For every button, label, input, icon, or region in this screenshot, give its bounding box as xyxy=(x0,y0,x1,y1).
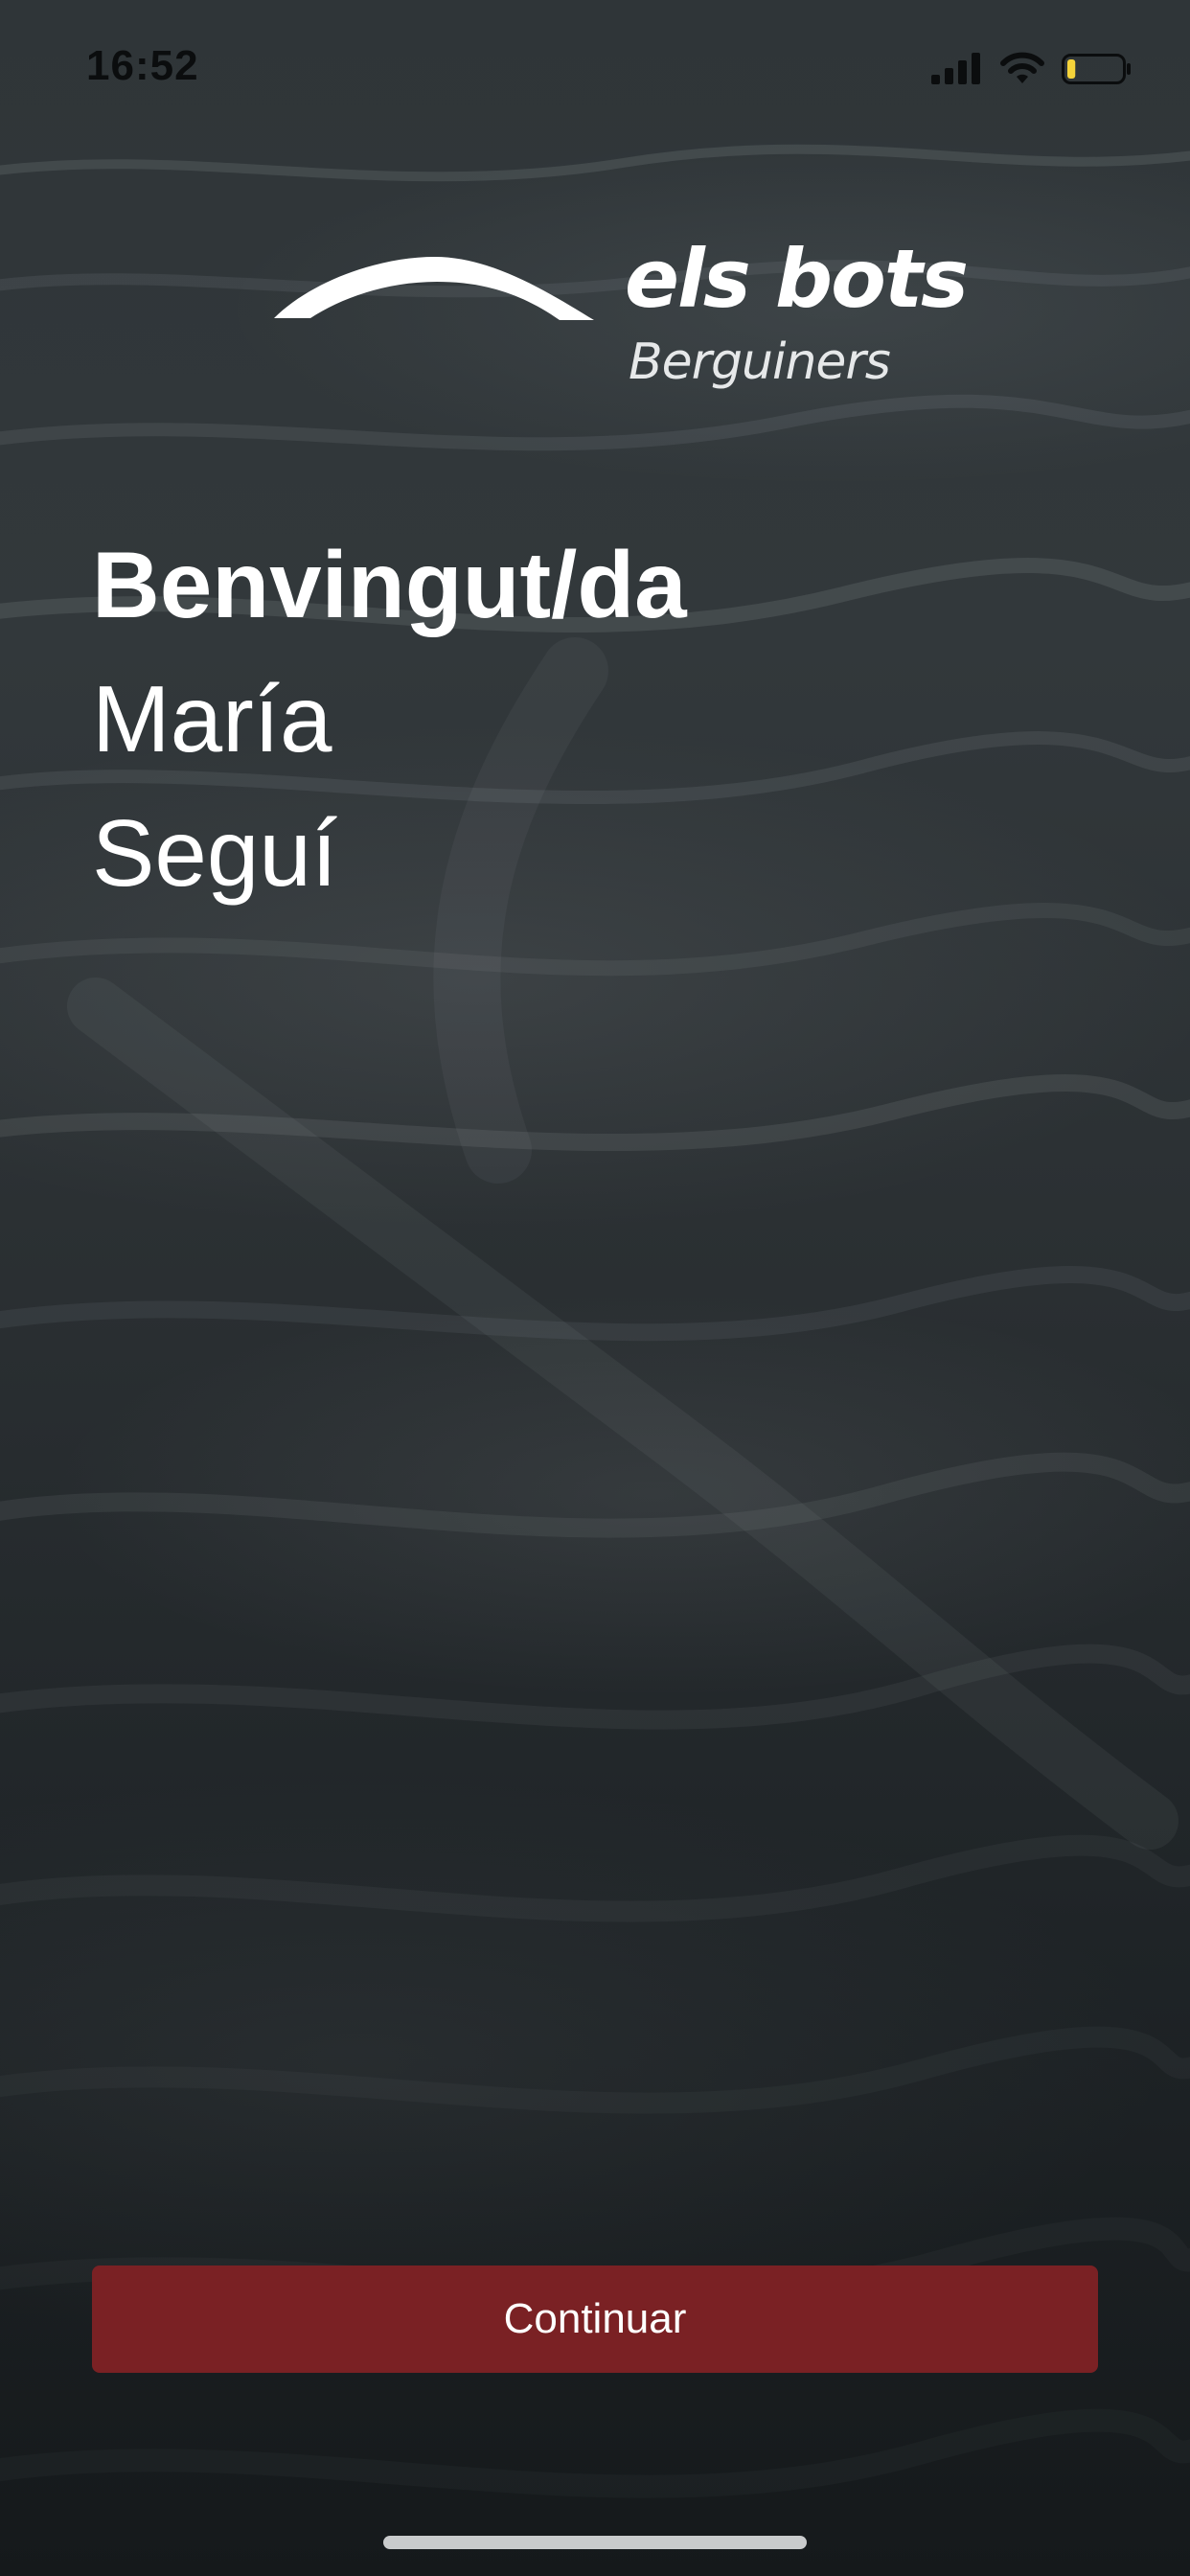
logo-mark-icon xyxy=(274,257,594,320)
status-icons xyxy=(929,50,1133,88)
els-bots-logo: els bots Berguiners xyxy=(272,226,969,399)
welcome-block: Benvingut/da María Seguí xyxy=(92,518,1050,920)
user-last-name: Seguí xyxy=(92,800,338,906)
wifi-icon xyxy=(1000,52,1044,83)
status-time: 16:52 xyxy=(86,42,199,89)
battery-icon xyxy=(1062,54,1131,84)
home-indicator[interactable] xyxy=(383,2536,807,2549)
logo-name: els bots xyxy=(625,232,969,326)
welcome-title: Benvingut/da xyxy=(92,532,687,637)
continue-button[interactable]: Continuar xyxy=(92,2266,1098,2373)
status-bar: 16:52 xyxy=(0,0,1190,126)
logo-subtitle: Berguiners xyxy=(629,334,891,391)
signal-icon xyxy=(931,53,980,84)
welcome-screen: 16:52 els bots Berguiners Benvingut/da M… xyxy=(0,0,1190,2576)
user-first-name: María xyxy=(92,666,332,771)
